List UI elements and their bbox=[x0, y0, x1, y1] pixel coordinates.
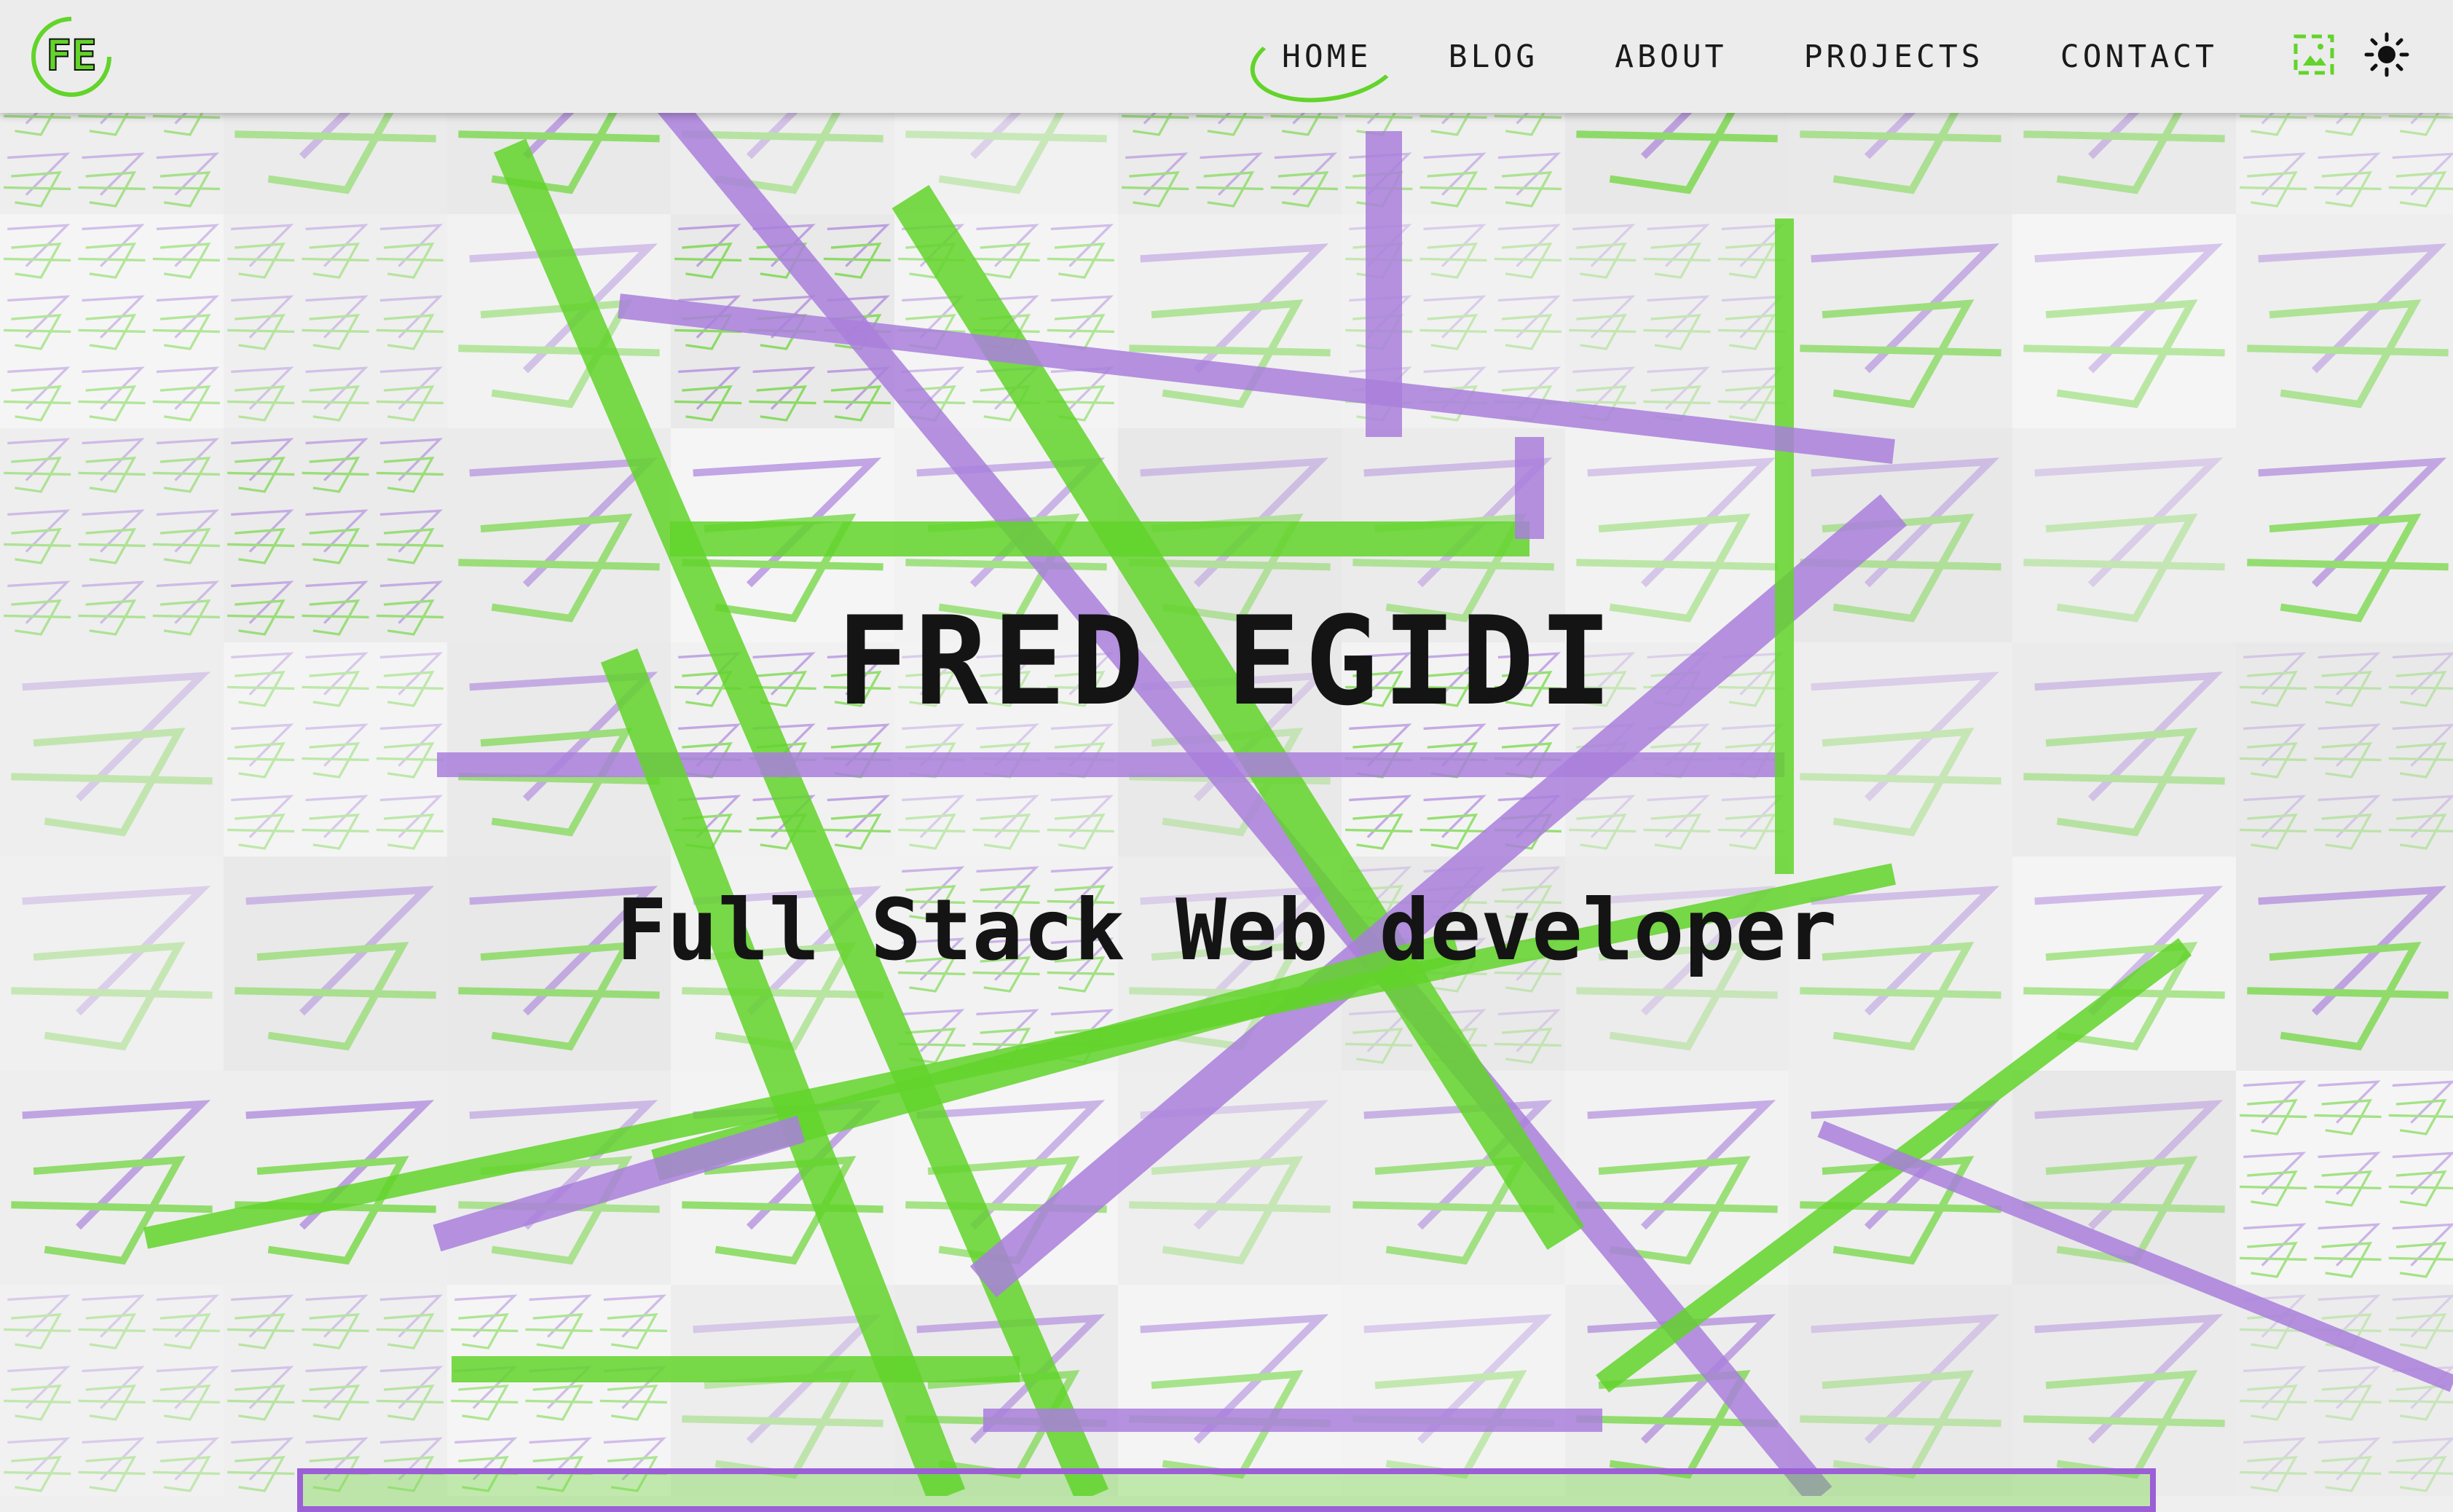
background-pattern bbox=[0, 0, 2453, 1496]
hero-name: FRED EGIDI bbox=[836, 590, 1617, 733]
svg-text:FE: FE bbox=[46, 31, 97, 80]
nav-projects[interactable]: PROJECTS bbox=[1804, 39, 1984, 75]
sun-icon[interactable] bbox=[2361, 29, 2412, 80]
nav-about[interactable]: ABOUT bbox=[1615, 39, 1727, 75]
hero-role: Full Stack Web developer bbox=[615, 881, 1838, 980]
nav-contact[interactable]: CONTACT bbox=[2060, 39, 2218, 75]
logo[interactable]: FE bbox=[29, 15, 114, 99]
site-header: FE HOME BLOG ABOUT PROJECTS CONTACT bbox=[0, 0, 2453, 113]
nav-blog[interactable]: BLOG bbox=[1449, 39, 1539, 75]
hero-cta-frame[interactable] bbox=[297, 1468, 2156, 1512]
nav-home[interactable]: HOME bbox=[1282, 39, 1372, 75]
main-nav: HOME BLOG ABOUT PROJECTS CONTACT bbox=[1282, 0, 2218, 113]
image-toggle-icon[interactable] bbox=[2288, 29, 2339, 80]
